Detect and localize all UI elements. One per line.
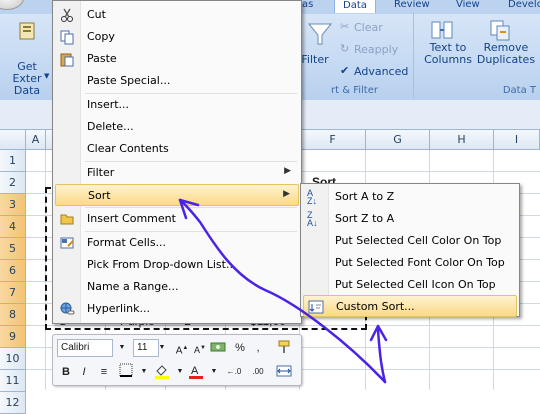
- row-header-12[interactable]: 12: [0, 392, 26, 414]
- annotation-arrow-to-sort: [178, 198, 387, 384]
- annotation-overlay: [178, 198, 388, 384]
